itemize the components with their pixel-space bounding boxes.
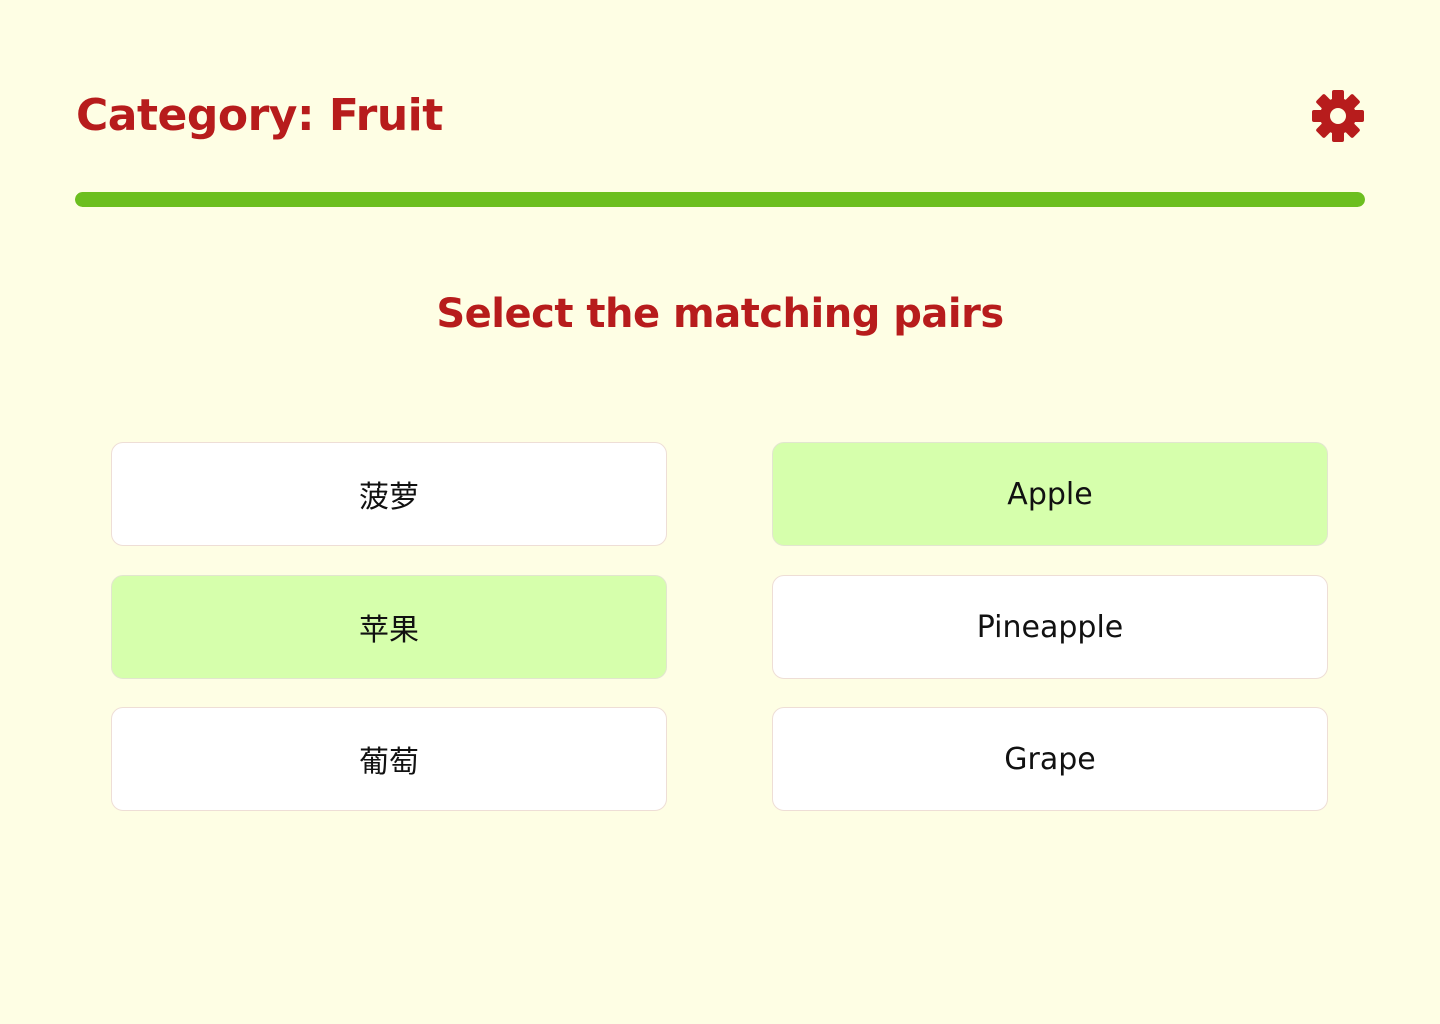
word-card-left-2[interactable]: 苹果 — [111, 575, 667, 679]
settings-button[interactable] — [1310, 88, 1366, 144]
word-card-left-3[interactable]: 葡萄 — [111, 707, 667, 811]
word-card-left-1[interactable]: 菠萝 — [111, 442, 667, 546]
word-card-right-3[interactable]: Grape — [772, 707, 1328, 811]
gear-icon — [1312, 90, 1364, 142]
word-card-right-1[interactable]: Apple — [772, 442, 1328, 546]
header: Category: Fruit — [76, 80, 1366, 152]
page-title: Category: Fruit — [76, 90, 443, 141]
progress-bar — [75, 192, 1365, 207]
instruction-heading: Select the matching pairs — [436, 291, 1004, 337]
progress-bar-fill — [75, 192, 1365, 207]
word-card-right-2[interactable]: Pineapple — [772, 575, 1328, 679]
